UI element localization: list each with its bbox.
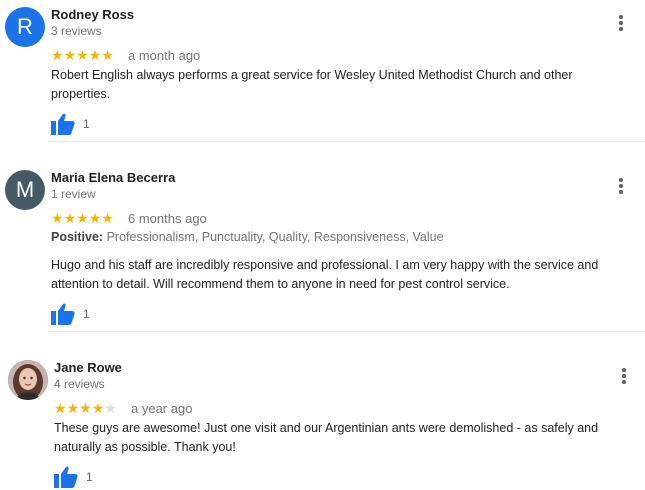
review-time: a year ago xyxy=(131,401,193,416)
avatar[interactable] xyxy=(8,360,48,400)
star-icon: ★ xyxy=(76,47,89,63)
star-icon: ★ xyxy=(88,210,102,226)
positive-label: Positive: xyxy=(51,230,104,244)
like-button[interactable]: 1 xyxy=(51,113,90,135)
divider xyxy=(48,331,645,332)
review-text: Hugo and his staff are incredibly respon… xyxy=(51,258,599,291)
star-icon: ★ xyxy=(101,47,114,63)
review-time: 6 months ago xyxy=(128,211,207,226)
positive-attributes: Positive: Professionalism, Punctuality, … xyxy=(51,230,444,244)
review-count[interactable]: 3 reviews xyxy=(51,24,102,38)
star-icon: ★ xyxy=(66,400,80,416)
more-options-button[interactable] xyxy=(621,368,627,384)
star-icon: ★ xyxy=(101,210,114,226)
like-count: 1 xyxy=(83,117,90,131)
review-text: These guys are awesome! Just one visit a… xyxy=(54,421,599,454)
review-time: a month ago xyxy=(128,48,201,63)
star-rating: ★ ★ ★ ★ ★ xyxy=(51,48,114,62)
reviewer-name[interactable]: Rodney Ross xyxy=(51,7,134,22)
avatar[interactable]: R xyxy=(5,7,45,47)
positive-values: Professionalism, Punctuality, Quality, R… xyxy=(106,230,444,244)
like-button[interactable]: 1 xyxy=(54,466,93,488)
star-icon: ★ xyxy=(63,210,77,226)
star-icon: ★ xyxy=(63,47,77,63)
star-icon: ★ xyxy=(54,400,67,416)
review-text: Robert English always performs a great s… xyxy=(51,68,573,101)
review-count[interactable]: 4 reviews xyxy=(54,377,105,391)
star-icon: ★ xyxy=(51,210,64,226)
profile-photo-icon xyxy=(8,360,48,400)
star-icon: ★ xyxy=(88,47,102,63)
more-options-button[interactable] xyxy=(618,178,624,194)
thumbs-up-icon xyxy=(51,113,75,135)
reviewer-name[interactable]: Jane Rowe xyxy=(54,360,122,375)
star-icon: ★ xyxy=(91,400,105,416)
more-options-button[interactable] xyxy=(618,15,624,31)
avatar-initial: R xyxy=(17,14,33,39)
like-count: 1 xyxy=(83,307,90,321)
avatar[interactable]: M xyxy=(5,170,45,210)
star-icon: ★ xyxy=(51,47,64,63)
like-button[interactable]: 1 xyxy=(51,303,90,325)
like-count: 1 xyxy=(86,470,93,484)
star-icon: ★ xyxy=(104,400,117,416)
star-rating: ★ ★ ★ ★ ★ xyxy=(54,401,117,415)
avatar-initial: M xyxy=(15,177,35,202)
divider xyxy=(48,141,645,142)
thumbs-up-icon xyxy=(51,303,75,325)
thumbs-up-icon xyxy=(54,466,78,488)
reviewer-name[interactable]: Maria Elena Becerra xyxy=(51,170,175,185)
star-icon: ★ xyxy=(79,400,92,416)
star-rating: ★ ★ ★ ★ ★ xyxy=(51,211,114,225)
review-count[interactable]: 1 review xyxy=(51,187,96,201)
star-icon: ★ xyxy=(76,210,89,226)
